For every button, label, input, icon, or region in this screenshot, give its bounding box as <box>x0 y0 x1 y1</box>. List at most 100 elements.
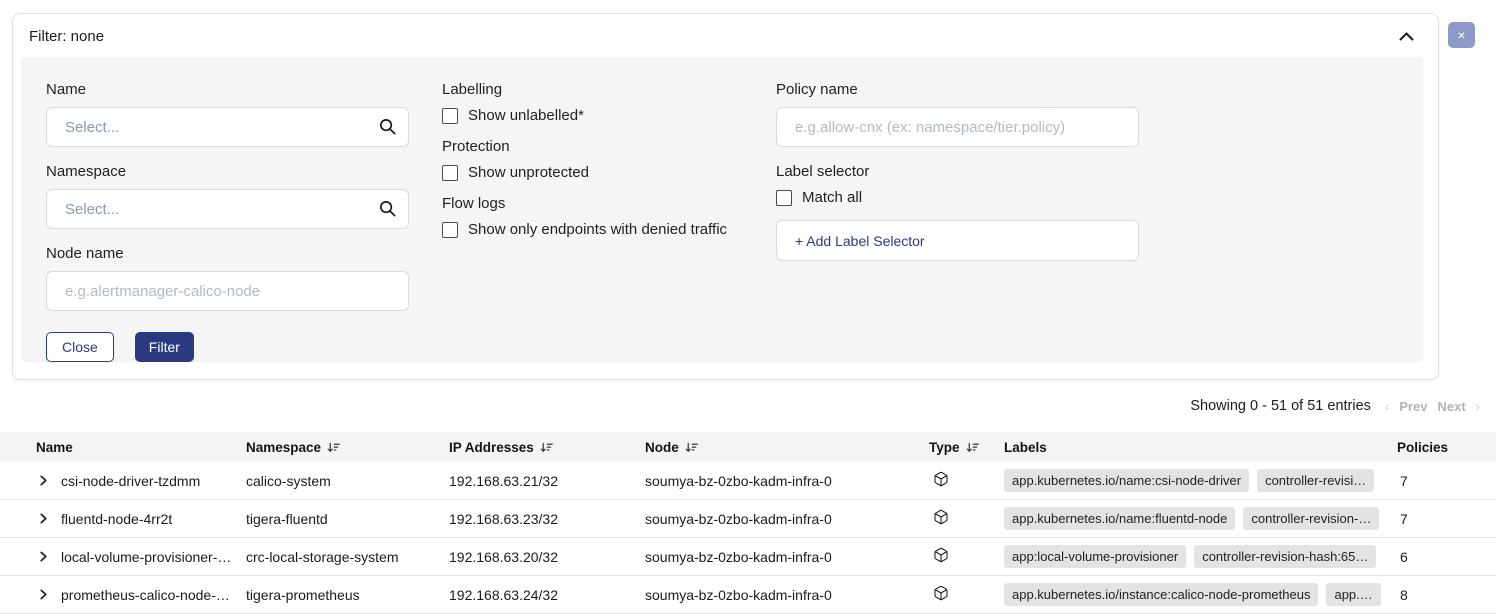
match-all-checkbox-row[interactable]: Match all <box>776 189 1139 206</box>
namespace-cell: calico-system <box>246 473 449 489</box>
column-header-ip-addresses[interactable]: IP Addresses <box>449 440 645 455</box>
namespace-cell: tigera-fluentd <box>246 511 449 527</box>
show-unprotected-label: Show unprotected <box>468 164 589 181</box>
type-cell <box>929 585 1004 604</box>
node-cell: soumya-bz-0zbo-kadm-infra-0 <box>645 587 929 603</box>
name-select-input[interactable] <box>46 107 409 147</box>
policies-count: 7 <box>1397 511 1496 527</box>
match-all-label: Match all <box>802 189 862 206</box>
pod-cube-icon <box>933 509 949 525</box>
expand-row-button[interactable] <box>36 511 51 526</box>
label-chip: controller-revision-hash:65… <box>1194 545 1376 568</box>
table-row: local-volume-provisioner-…crc-local-stor… <box>0 538 1496 576</box>
entries-summary: Showing 0 - 51 of 51 entries <box>1190 398 1371 414</box>
chevron-right-icon <box>38 589 49 600</box>
column-header-name: Name <box>36 440 246 455</box>
show-unlabelled-label: Show unlabelled* <box>468 107 584 124</box>
name-cell: fluentd-node-4rr2t <box>36 511 246 527</box>
labels-cell: app:local-volume-provisioner controller-r… <box>1004 545 1397 568</box>
labels-cell: app.kubernetes.io/name:csi-node-driverco… <box>1004 469 1397 492</box>
prev-page-link[interactable]: Prev <box>1399 399 1427 414</box>
namespace-cell: tigera-prometheus <box>246 587 449 603</box>
type-cell <box>929 547 1004 566</box>
labels-cell: app.kubernetes.io/name:fluentd-nodecontr… <box>1004 507 1397 530</box>
label-selector-section-label: Label selector <box>776 163 1139 180</box>
expand-row-button[interactable] <box>36 473 51 488</box>
pod-cube-icon <box>933 585 949 601</box>
endpoint-name: fluentd-node-4rr2t <box>61 511 172 527</box>
denied-traffic-checkbox-row[interactable]: Show only endpoints with denied traffic <box>442 221 776 238</box>
column-header-label: Type <box>929 440 960 455</box>
labelling-section-label: Labelling <box>442 81 776 98</box>
search-icon <box>378 117 397 141</box>
column-header-namespace[interactable]: Namespace <box>246 440 449 455</box>
endpoint-name: prometheus-calico-node-… <box>61 587 230 603</box>
name-cell: csi-node-driver-tzdmm <box>36 473 246 489</box>
collapse-panel-button[interactable] <box>1397 30 1416 43</box>
label-chip: app:local-volume-provisioner <box>1004 545 1186 568</box>
column-header-node[interactable]: Node <box>645 440 929 455</box>
node-name-input[interactable] <box>46 271 409 311</box>
expand-row-button[interactable] <box>36 549 51 564</box>
add-label-selector-button[interactable]: + Add Label Selector <box>776 220 1139 261</box>
column-header-label: Namespace <box>246 440 321 455</box>
pod-cube-icon <box>933 471 949 487</box>
policies-count: 6 <box>1397 549 1496 565</box>
filter-panel-title: Filter: none <box>29 28 104 45</box>
namespace-cell: crc-local-storage-system <box>246 549 449 565</box>
filter-panel: Filter: none Name Namespace Node name <box>12 13 1439 380</box>
name-field-label: Name <box>46 81 409 98</box>
denied-traffic-checkbox[interactable] <box>442 222 458 238</box>
sort-icon <box>327 441 340 454</box>
sort-icon <box>966 441 979 454</box>
label-chip: controller-revisi… <box>1257 469 1374 492</box>
column-header-label: Policies <box>1397 440 1448 455</box>
prev-chevron-icon[interactable]: ‹ <box>1385 399 1389 414</box>
chevron-right-icon <box>38 513 49 524</box>
name-cell: prometheus-calico-node-… <box>36 587 246 603</box>
match-all-checkbox[interactable] <box>776 190 792 206</box>
column-header-policies: Policies <box>1397 440 1496 455</box>
column-header-label: Labels <box>1004 440 1047 455</box>
node-name-field-label: Node name <box>46 245 409 262</box>
sort-icon <box>540 441 553 454</box>
table-row: fluentd-node-4rr2ttigera-fluentd192.168.… <box>0 500 1496 538</box>
denied-traffic-label: Show only endpoints with denied traffic <box>468 221 727 238</box>
dismiss-filter-panel-button[interactable]: × <box>1448 22 1475 48</box>
type-cell <box>929 471 1004 490</box>
filter-form: Name Namespace Node name Close Filter <box>21 57 1423 362</box>
table-row: csi-node-driver-tzdmm calico-system192.16… <box>0 462 1496 500</box>
column-header-labels: Labels <box>1004 440 1397 455</box>
chevron-up-icon <box>1399 32 1414 41</box>
policy-name-field-label: Policy name <box>776 81 1139 98</box>
column-header-type[interactable]: Type <box>929 440 1004 455</box>
column-header-label: Name <box>36 440 73 455</box>
endpoint-name: csi-node-driver-tzdmm <box>61 473 200 489</box>
ip-addresses-cell: 192.168.63.21/32 <box>449 473 645 489</box>
show-unlabelled-checkbox-row[interactable]: Show unlabelled* <box>442 107 776 124</box>
show-unlabelled-checkbox[interactable] <box>442 108 458 124</box>
chevron-right-icon <box>38 475 49 486</box>
endpoints-table: Name Namespace IP Addresses Node Type Labels P… <box>0 432 1496 614</box>
namespace-select-input[interactable] <box>46 189 409 229</box>
show-unprotected-checkbox[interactable] <box>442 165 458 181</box>
close-icon: × <box>1457 28 1465 42</box>
column-header-label: IP Addresses <box>449 440 534 455</box>
policy-name-input[interactable] <box>776 107 1139 147</box>
node-cell: soumya-bz-0zbo-kadm-infra-0 <box>645 511 929 527</box>
column-header-label: Node <box>645 440 679 455</box>
chevron-right-icon <box>38 551 49 562</box>
policies-count: 8 <box>1397 587 1496 603</box>
next-chevron-icon[interactable]: › <box>1476 399 1480 414</box>
close-button[interactable]: Close <box>46 332 114 362</box>
pagination-bar: Showing 0 - 51 of 51 entries ‹ Prev Next… <box>1190 398 1480 414</box>
filter-button[interactable]: Filter <box>135 332 194 362</box>
node-cell: soumya-bz-0zbo-kadm-infra-0 <box>645 549 929 565</box>
ip-addresses-cell: 192.168.63.20/32 <box>449 549 645 565</box>
sort-icon <box>685 441 698 454</box>
next-page-link[interactable]: Next <box>1437 399 1465 414</box>
show-unprotected-checkbox-row[interactable]: Show unprotected <box>442 164 776 181</box>
expand-row-button[interactable] <box>36 587 51 602</box>
label-chip: app.kubernetes.io/name:fluentd-node <box>1004 507 1235 530</box>
name-cell: local-volume-provisioner-… <box>36 549 246 565</box>
